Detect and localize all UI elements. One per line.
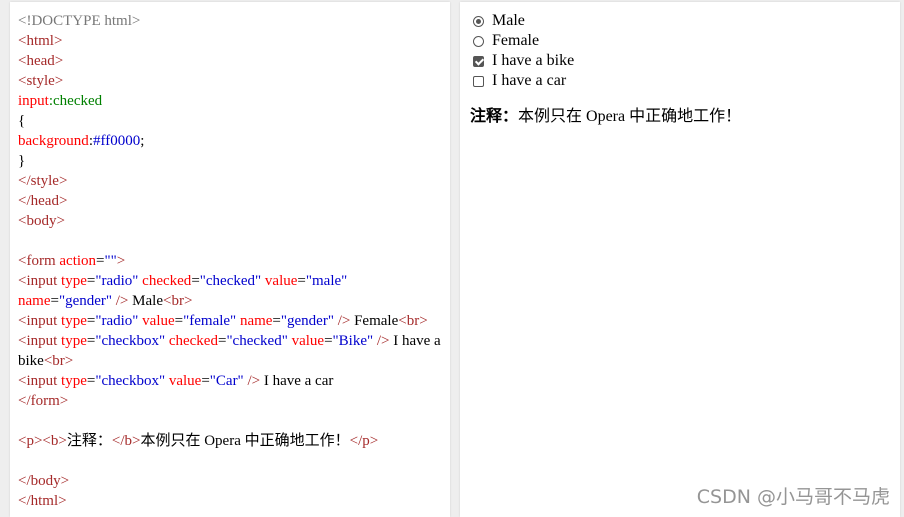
self-close: /> [376, 333, 390, 349]
checked-attr: checked [168, 333, 218, 349]
radio-value: "radio" [95, 313, 139, 329]
female-text: Female [354, 313, 399, 329]
value-attr: value [291, 333, 325, 349]
type-attr: type [61, 373, 87, 389]
body-open-tag: <body> [18, 213, 65, 229]
p-close-tag: </p> [349, 433, 379, 449]
female-value: "female" [183, 313, 237, 329]
css-brace-close: } [18, 153, 26, 169]
form-close-tag: </form> [18, 393, 69, 409]
bike-label: I have a bike [492, 52, 575, 69]
form-action-value: "" [104, 253, 117, 269]
p-open-tag: <p> [18, 433, 43, 449]
option-bike[interactable]: I have a bike [470, 51, 741, 71]
female-label: Female [492, 32, 540, 49]
bike-value: "Bike" [332, 333, 374, 349]
body-close-tag: </body> [18, 473, 70, 489]
car-label: I have a car [492, 72, 567, 89]
checkbox-value: "checkbox" [95, 333, 166, 349]
checked-value: "checked" [199, 273, 262, 289]
b-close-tag: </b> [111, 433, 141, 449]
csdn-watermark: CSDN @小马哥不马虎 [696, 486, 890, 508]
type-attr: type [61, 313, 87, 329]
car-text: I have a car [263, 373, 334, 389]
input-tag: <input [18, 313, 58, 329]
bike-text-2: bike [18, 353, 44, 369]
bike-checkbox[interactable] [473, 55, 484, 67]
head-open-tag: <head> [18, 53, 64, 69]
option-female[interactable]: Female [470, 31, 741, 51]
name-attr: name [18, 293, 51, 309]
value-attr: value [142, 313, 175, 329]
html-open-tag: <html> [18, 33, 63, 49]
note-label: 注释： [470, 108, 519, 125]
note-label-code: 注释： [66, 433, 112, 449]
value-attr: value [168, 373, 202, 389]
eq: = [96, 253, 105, 269]
html-close-tag: </html> [18, 493, 67, 509]
br-tag: <br> [162, 293, 193, 309]
css-semicolon: ; [140, 133, 145, 149]
car-checkbox[interactable] [473, 75, 484, 87]
result-content: Male Female I have a bike I have a car 注… [470, 11, 741, 127]
self-close: /> [247, 373, 261, 389]
self-close: /> [337, 313, 351, 329]
eq: = [174, 313, 184, 329]
male-text: Male [132, 293, 163, 309]
doctype-line: <!DOCTYPE html> [18, 13, 141, 29]
gender-value: "gender" [280, 313, 334, 329]
input-tag: <input [18, 373, 58, 389]
eq: = [191, 273, 200, 289]
code-editor-panel[interactable]: <!DOCTYPE html> <html> <head> <style> in… [10, 2, 450, 517]
b-open-tag: <b> [42, 433, 67, 449]
eq: = [272, 313, 281, 329]
css-brace-open: { [18, 113, 26, 129]
result-preview-panel: Male Female I have a bike I have a car 注… [460, 2, 900, 517]
eq: = [297, 273, 306, 289]
form-open-tag: <form [18, 253, 56, 269]
css-pseudo-class: :checked [48, 93, 103, 109]
css-property: background [18, 133, 89, 149]
male-label: Male [492, 12, 525, 29]
male-value: "male" [305, 273, 348, 289]
car-value: "Car" [209, 373, 244, 389]
gender-value: "gender" [58, 293, 113, 309]
css-selector: input [18, 93, 49, 109]
form-action-attr: action [59, 253, 97, 269]
checkbox-value: "checkbox" [95, 373, 166, 389]
option-male[interactable]: Male [470, 11, 741, 31]
checked-attr: checked [142, 273, 192, 289]
radio-value: "radio" [95, 273, 139, 289]
note-paragraph: 注释：本例只在 Opera 中正确地工作！ [470, 107, 741, 127]
style-close-tag: </style> [18, 173, 68, 189]
eq: = [324, 333, 333, 349]
css-value: #ff0000 [92, 133, 141, 149]
eq: = [201, 373, 210, 389]
female-radio[interactable] [473, 35, 484, 47]
note-text-code: 本例只在 Opera 中正确地工作！ [140, 433, 350, 449]
checked-value: "checked" [226, 333, 288, 349]
type-attr: type [61, 273, 87, 289]
head-close-tag: </head> [18, 193, 68, 209]
style-open-tag: <style> [18, 73, 64, 89]
input-tag: <input [18, 273, 58, 289]
input-tag: <input [18, 333, 58, 349]
male-radio[interactable] [473, 15, 484, 27]
code-content[interactable]: <!DOCTYPE html> <html> <head> <style> in… [18, 11, 444, 511]
option-car[interactable]: I have a car [470, 71, 741, 91]
br-tag: <br> [398, 313, 428, 329]
bike-text-1: I have a [393, 333, 441, 349]
form-gt: > [116, 253, 126, 269]
value-attr: value [264, 273, 298, 289]
eq: = [50, 293, 59, 309]
self-close: /> [115, 293, 129, 309]
type-attr: type [61, 333, 87, 349]
note-text: 本例只在 Opera 中正确地工作！ [518, 108, 742, 125]
br-tag: <br> [43, 353, 74, 369]
name-attr: name [239, 313, 273, 329]
